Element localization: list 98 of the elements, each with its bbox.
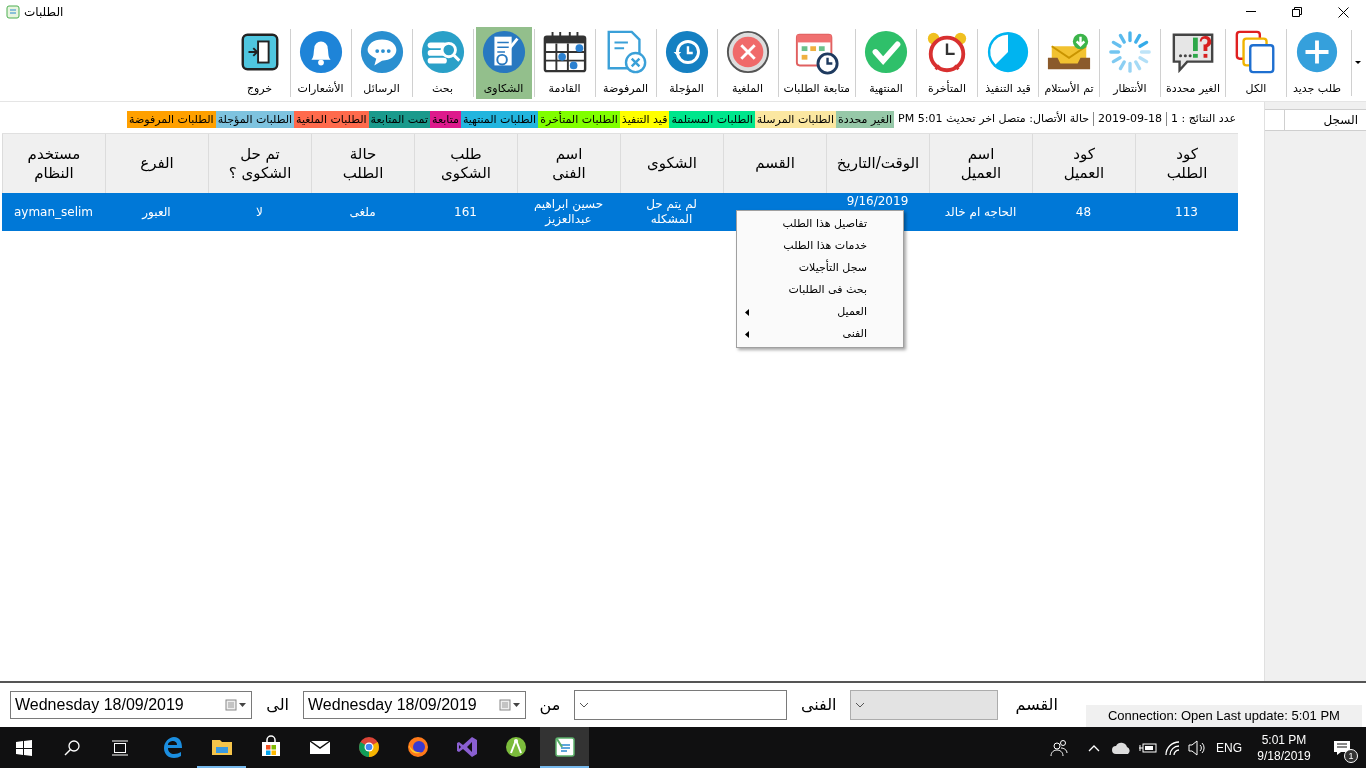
toolbar-button[interactable]: الملغية xyxy=(719,26,776,99)
chat-icon xyxy=(358,28,405,75)
date-picker[interactable]: Wednesday 18/09/2019 xyxy=(303,691,526,719)
search-icon xyxy=(64,739,80,756)
log-header: السجل xyxy=(1284,110,1366,130)
legend-tag: قيد التنفيذ xyxy=(619,110,670,128)
battery-plug-icon[interactable] xyxy=(1138,741,1158,754)
legend-tag: الطلبات المرسلة xyxy=(754,110,837,128)
message-icon xyxy=(1333,739,1351,756)
calendar-dropdown-icon xyxy=(225,699,248,711)
document-icon xyxy=(480,28,527,75)
task-view-icon xyxy=(111,739,129,756)
table-cell: 48 xyxy=(1075,204,1092,220)
date-label: 2019-09-18 xyxy=(1097,110,1163,127)
window-title: الطلبات xyxy=(24,4,64,21)
toolbar-button[interactable]: الأنتظار xyxy=(1101,26,1158,99)
department-label: القسم xyxy=(1014,694,1059,716)
toolbar-button[interactable]: الكل xyxy=(1228,26,1284,99)
chevron-down-icon xyxy=(855,702,866,708)
toolbar-button[interactable]: تم الأستلام xyxy=(1040,26,1097,99)
table-cell: لم يتم حل المشكله xyxy=(646,197,697,227)
menu-item[interactable]: العميل xyxy=(737,301,903,323)
legend-tag: الطلبات المنتهية xyxy=(460,110,539,128)
chevron-up-icon[interactable] xyxy=(1088,743,1100,752)
legend-tag: الطلبات المستلمة xyxy=(669,110,755,128)
compass-circle-icon[interactable] xyxy=(503,734,528,759)
wifi-icon[interactable] xyxy=(1164,739,1182,756)
people-icon[interactable] xyxy=(1050,738,1068,757)
toolbar-button[interactable]: متابعة الطلبات xyxy=(780,26,853,99)
toolbar-button[interactable]: المتأخرة xyxy=(918,26,975,99)
connection-status: Connection: Open Last update: 5:01 PM xyxy=(1085,705,1362,727)
legend-tag: متابعة xyxy=(430,110,461,128)
check-icon xyxy=(862,28,909,75)
notification-button[interactable]: 1 xyxy=(1318,727,1366,768)
menu-item[interactable]: بحث فى الطلبات xyxy=(737,279,903,301)
toolbar-button[interactable]: طلب جديد xyxy=(1289,26,1345,99)
menu-item[interactable]: خدمات هذا الطلب xyxy=(737,235,903,257)
table-cell: ayman_selim xyxy=(13,204,94,220)
toolbar-button[interactable]: الغير محددة xyxy=(1162,26,1223,99)
from-label: من xyxy=(538,694,562,717)
dropdown-field[interactable] xyxy=(574,690,787,720)
table-cell: حسين ابراهيم عبدالعزيز xyxy=(533,197,604,227)
clock-icon xyxy=(663,28,710,75)
toolbar-button[interactable]: قيد التنفيذ xyxy=(979,26,1036,99)
toolbar-button[interactable]: المرفوضة xyxy=(597,26,654,99)
menu-item[interactable]: الفنى xyxy=(737,323,903,345)
spinner-icon xyxy=(1106,28,1153,75)
chevron-down-icon xyxy=(579,702,590,708)
language-indicator[interactable]: ENG xyxy=(1216,738,1242,757)
legend-tag: الغير محددة xyxy=(836,110,895,128)
app-window-icon[interactable] xyxy=(552,734,577,759)
app-icon xyxy=(6,5,20,19)
table-cell: 9/16/2019 xyxy=(846,194,909,209)
toolbar-button[interactable]: القادمة xyxy=(536,26,593,99)
table-cell: الحاجه ام خالد xyxy=(944,204,1017,220)
notification-badge: 1 xyxy=(1344,749,1358,763)
close-icon xyxy=(1337,6,1349,18)
clock[interactable]: 5:01 PM 9/18/2019 xyxy=(1254,731,1314,764)
legend-tag: الطلبات المتأخرة xyxy=(538,110,620,128)
windows-icon xyxy=(16,739,32,756)
infinity-ribbon-icon[interactable] xyxy=(454,734,479,759)
caret-down-icon xyxy=(1355,61,1361,64)
date-picker[interactable]: Wednesday 18/09/2019 xyxy=(10,691,253,719)
clock-time: 5:01 PM xyxy=(1261,731,1307,748)
cancel-icon xyxy=(724,28,771,75)
connection-label: حالة الأتصال: متصل اخر تحديث PM 5:01 xyxy=(897,110,1091,127)
table-cell: العبور xyxy=(142,204,171,220)
legend-tag: الطلبات المؤجلة xyxy=(215,110,295,128)
clock-date: 9/18/2019 xyxy=(1257,747,1311,764)
table-cell: 113 xyxy=(1175,204,1198,220)
bell-icon xyxy=(297,28,344,75)
toolbar-button[interactable]: الشكاوى xyxy=(475,26,532,99)
menu-item[interactable]: سجل التأجيلات xyxy=(737,257,903,279)
speaker-icon[interactable] xyxy=(1188,739,1206,756)
toolbar-button[interactable]: خروج xyxy=(231,26,288,99)
submenu-arrow-icon xyxy=(745,330,749,338)
cloud-icon[interactable] xyxy=(1112,741,1132,754)
submenu-arrow-icon xyxy=(745,308,749,316)
toolbar-button[interactable]: الرسائل xyxy=(353,26,410,99)
legend-tag: تمت المتابعة xyxy=(368,110,431,128)
toolbar-button[interactable]: المنتهية xyxy=(857,26,914,99)
calendar-dropdown-icon xyxy=(498,699,521,711)
toolbar-button[interactable]: بحث xyxy=(414,26,471,99)
table-cell: ملغى xyxy=(349,204,376,220)
toolbar-button[interactable]: الأشعارات xyxy=(292,26,349,99)
toolbar-button[interactable]: المؤجلة xyxy=(658,26,715,99)
result-count: عدد النتائج : 1 xyxy=(1170,110,1237,127)
legend-tag: الطلبات المرفوضة xyxy=(127,110,216,128)
legend-tag: الطلبات الملغية xyxy=(294,110,369,128)
restore-icon xyxy=(1292,7,1302,17)
to-label: الى xyxy=(265,694,290,716)
table-cell: لا xyxy=(256,204,263,220)
taskbar-app[interactable] xyxy=(540,727,589,768)
table-cell: 161 xyxy=(454,204,477,220)
chrome-icon[interactable] xyxy=(356,734,381,759)
search-icon xyxy=(419,28,466,75)
technician-label: الفنى xyxy=(799,694,838,716)
minimize-icon xyxy=(1246,11,1256,13)
